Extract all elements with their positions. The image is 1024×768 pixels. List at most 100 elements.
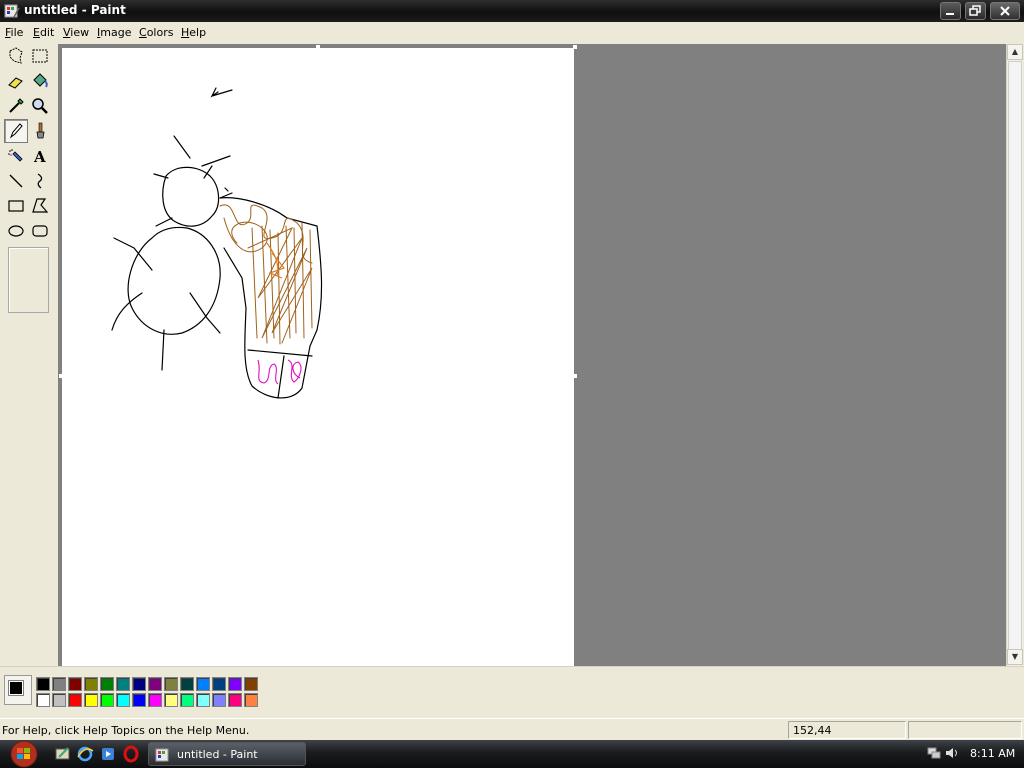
palette-swatch[interactable] (68, 677, 82, 691)
palette-swatch[interactable] (164, 693, 178, 707)
tool-curve[interactable] (28, 169, 52, 193)
palette-swatch[interactable] (68, 693, 82, 707)
scroll-thumb[interactable] (1008, 61, 1022, 651)
palette-swatch[interactable] (148, 677, 162, 691)
palette-swatch[interactable] (84, 677, 98, 691)
palette-swatch[interactable] (228, 693, 242, 707)
canvas-resize-handle-left[interactable] (59, 374, 63, 378)
tool-rectangle[interactable] (4, 194, 28, 218)
palette-swatch[interactable] (148, 693, 162, 707)
workspace (58, 44, 1006, 666)
canvas-resize-handle-right[interactable] (573, 374, 577, 378)
taskbar-window-paint[interactable]: untitled - Paint (148, 742, 306, 766)
palette-swatch[interactable] (36, 693, 50, 707)
free-select-icon (9, 47, 23, 64)
canvas-resize-handle-top-right[interactable] (573, 45, 577, 49)
vertical-scrollbar[interactable]: ▲ ▼ (1006, 44, 1023, 666)
palette-swatch[interactable] (164, 677, 178, 691)
restore-button[interactable] (965, 2, 986, 20)
curve-icon (37, 173, 43, 189)
palette-swatch[interactable] (212, 693, 226, 707)
eraser-icon (8, 77, 23, 89)
status-help-text: For Help, click Help Topics on the Help … (2, 724, 250, 737)
tool-line[interactable] (4, 169, 28, 193)
tool-pick-color[interactable] (4, 94, 28, 118)
palette-swatch[interactable] (116, 693, 130, 707)
menu-bar: File Edit View Image Colors Help (0, 22, 1024, 44)
palette-swatch[interactable] (180, 677, 194, 691)
foreground-color (8, 680, 24, 696)
minimize-icon (946, 13, 954, 15)
status-coords: 152,44 (793, 724, 832, 737)
palette-swatch[interactable] (132, 677, 146, 691)
drawing-canvas[interactable] (62, 48, 574, 666)
palette-swatch[interactable] (180, 693, 194, 707)
status-bar: For Help, click Help Topics on the Help … (0, 718, 1024, 740)
volume-icon[interactable] (944, 745, 960, 761)
tool-brush[interactable] (28, 119, 52, 143)
tool-eraser[interactable] (4, 69, 28, 93)
color-box (0, 666, 1024, 716)
line-icon (9, 174, 23, 188)
tool-options-panel[interactable] (8, 247, 49, 313)
tool-magnifier[interactable] (28, 94, 52, 118)
palette-swatch[interactable] (100, 677, 114, 691)
close-button[interactable] (990, 2, 1020, 20)
palette-swatch[interactable] (52, 677, 66, 691)
palette-swatch[interactable] (196, 693, 210, 707)
taskbar-window-label: untitled - Paint (177, 748, 258, 761)
airbrush-icon (8, 149, 23, 162)
canvas-resize-handle-top[interactable] (316, 45, 320, 49)
menu-file[interactable]: File (5, 26, 23, 39)
fill-bucket-icon (33, 73, 48, 88)
taskbar-clock[interactable]: 8:11 AM (970, 747, 1015, 760)
menu-help[interactable]: Help (181, 26, 206, 39)
palette-swatch[interactable] (52, 693, 66, 707)
title-bar: untitled - Paint (0, 0, 1024, 22)
menu-edit[interactable]: Edit (33, 26, 54, 39)
tool-pencil[interactable] (4, 119, 28, 143)
scroll-down-button[interactable]: ▼ (1007, 649, 1023, 665)
palette-swatch[interactable] (212, 677, 226, 691)
current-colors[interactable] (4, 675, 32, 705)
palette-swatch[interactable] (100, 693, 114, 707)
palette-swatch[interactable] (132, 693, 146, 707)
menu-view[interactable]: View (63, 26, 89, 39)
tool-rounded-rectangle[interactable] (28, 219, 52, 243)
rect-select-icon (32, 49, 48, 63)
window-title: untitled - Paint (24, 3, 126, 17)
internet-explorer-icon[interactable] (76, 745, 94, 763)
media-player-icon[interactable] (99, 745, 117, 763)
palette-swatch[interactable] (196, 677, 210, 691)
palette-swatch[interactable] (228, 677, 242, 691)
scroll-up-button[interactable]: ▲ (1007, 44, 1023, 60)
menu-colors[interactable]: Colors (139, 26, 173, 39)
menu-image[interactable]: Image (97, 26, 131, 39)
tool-polygon[interactable] (28, 194, 52, 218)
minimize-button[interactable] (940, 2, 961, 20)
network-icon[interactable] (926, 745, 942, 761)
status-size-panel (908, 721, 1022, 739)
tool-text[interactable]: A (28, 144, 52, 168)
toolbox: A (0, 44, 58, 666)
tool-select[interactable] (28, 44, 52, 68)
pencil-icon (9, 123, 23, 139)
scroll-up-icon: ▲ (1011, 47, 1019, 56)
palette-swatch[interactable] (244, 693, 258, 707)
tool-fill[interactable] (28, 69, 52, 93)
tool-ellipse[interactable] (4, 219, 28, 243)
tool-free-form-select[interactable] (4, 44, 28, 68)
opera-icon[interactable] (122, 745, 140, 763)
rectangle-icon (8, 200, 24, 212)
palette-swatch[interactable] (116, 677, 130, 691)
palette-swatch[interactable] (84, 693, 98, 707)
paint-taskbar-icon (155, 748, 169, 762)
status-coords-panel: 152,44 (788, 721, 906, 739)
system-tray: 8:11 AM (920, 740, 1024, 768)
show-desktop-icon[interactable] (54, 745, 72, 763)
palette-swatch[interactable] (36, 677, 50, 691)
start-button[interactable] (4, 740, 42, 768)
palette-swatch[interactable] (244, 677, 258, 691)
tool-airbrush[interactable] (4, 144, 28, 168)
ellipse-icon (8, 225, 24, 237)
